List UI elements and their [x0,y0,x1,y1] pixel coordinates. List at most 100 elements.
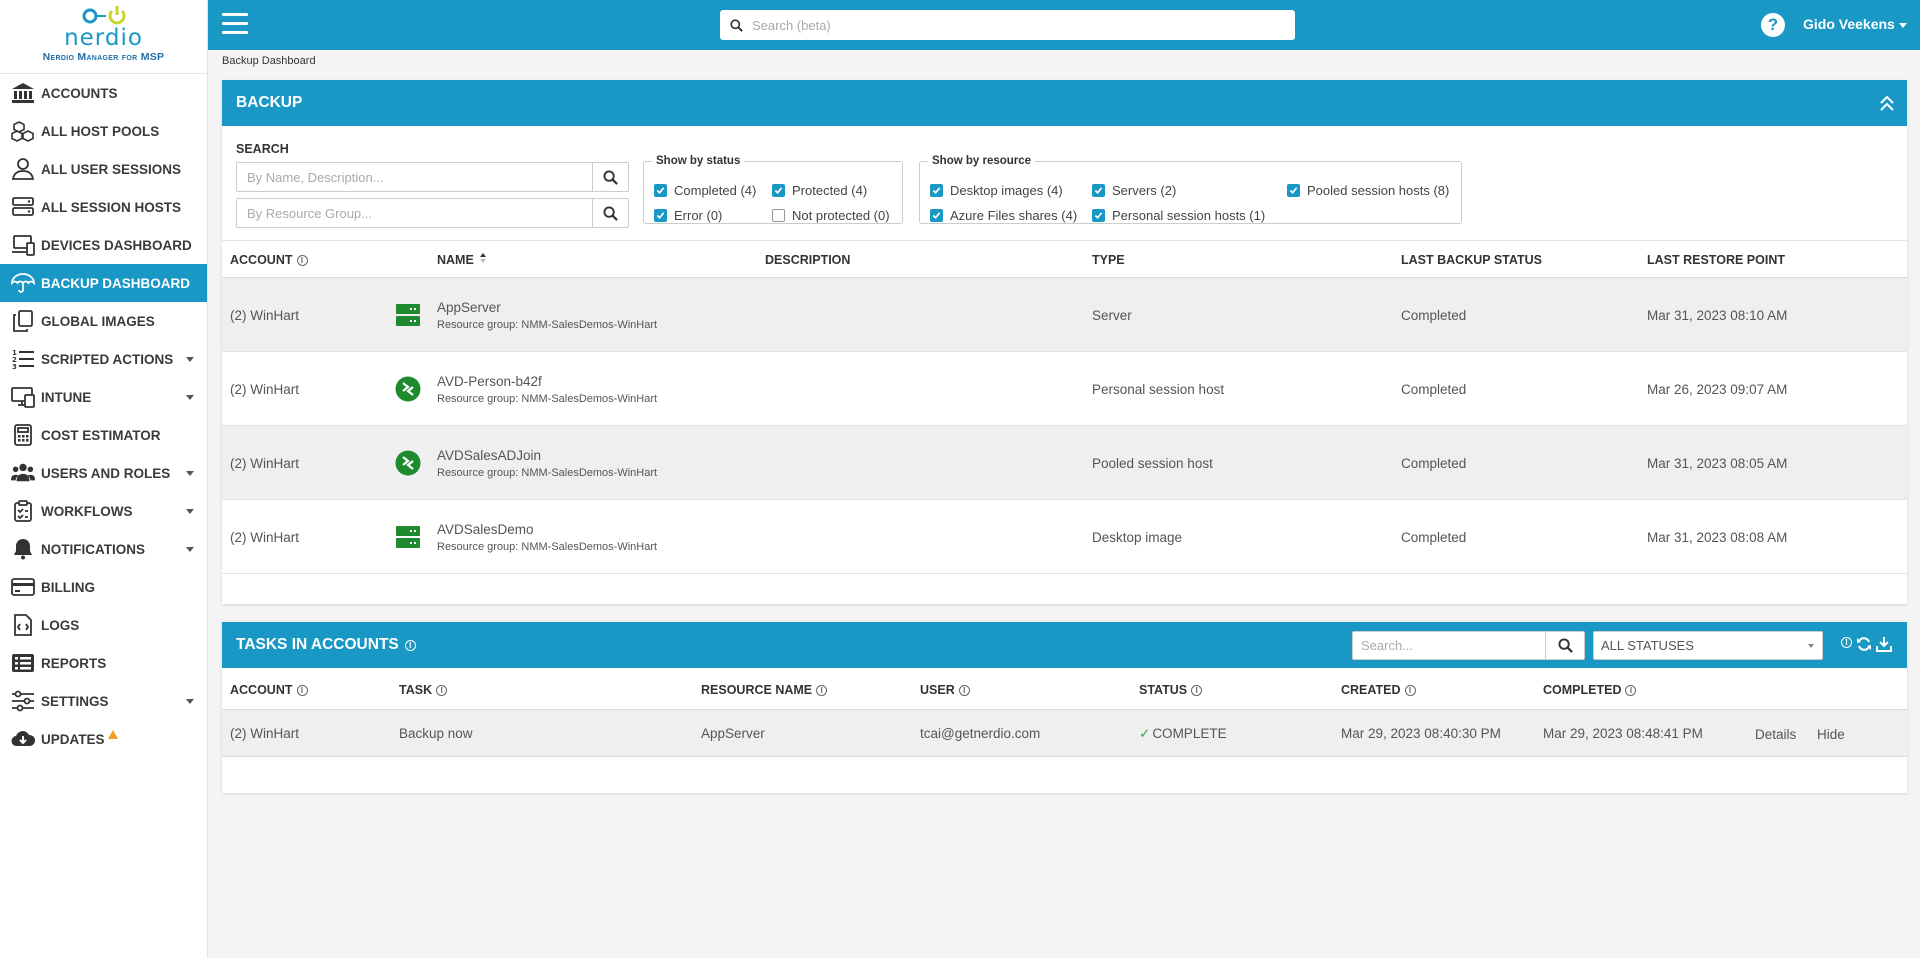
sidebar-item-all-host-pools[interactable]: All Host Pools [0,112,207,150]
table-row[interactable]: (2) WinHart AppServer Resource group: NMM-… [222,278,1907,352]
user-menu[interactable]: Gido Veekens [1803,16,1907,32]
table-row[interactable]: (2) WinHart AVDSalesDemo Resource group: N… [222,500,1907,574]
download-icon[interactable] [1876,636,1892,652]
details-link[interactable]: Details [1755,727,1796,742]
chevron-down-icon[interactable] [186,395,194,400]
chevron-down-icon[interactable] [186,547,194,552]
column-last-backup-status[interactable]: LAST BACKUP STATUS [1401,253,1542,267]
chevron-down-icon[interactable] [186,471,194,476]
row-name[interactable]: AVDSalesDemo [437,522,534,537]
resource-filter-servers[interactable]: Servers (2) [1092,183,1176,198]
sidebar-item-updates[interactable]: Updates [0,720,207,758]
resource-filter-pooled-session-hosts[interactable]: Pooled session hosts (8) [1287,183,1449,198]
checkbox-checked-icon[interactable] [1092,184,1105,197]
hamburger-menu-icon[interactable] [222,13,248,35]
resource-filter-legend: Show by resource [932,155,1032,167]
sidebar-item-accounts[interactable]: Accounts [0,74,207,112]
global-search[interactable] [720,10,1295,40]
row-name[interactable]: AVD-Person-b42f [437,374,542,389]
table-row[interactable]: (2) WinHart AVDSalesADJoin Resource group:… [222,426,1907,500]
hide-link[interactable]: Hide [1817,727,1845,742]
info-icon[interactable]: i [1841,637,1852,648]
logo[interactable]: nerdio Nerdio Manager for MSP [0,0,207,74]
top-bar: ? Gido Veekens [208,0,1920,50]
checkbox-checked-icon[interactable] [930,184,943,197]
sidebar-item-billing[interactable]: Billing [0,568,207,606]
status-select[interactable]: ALL STATUSES [1593,631,1823,660]
help-icon[interactable]: ? [1761,13,1785,37]
resource-filter-azure-files[interactable]: Azure Files shares (4) [930,208,1077,223]
status-filter-not-protected[interactable]: Not protected (0) [772,208,890,223]
search-name-input[interactable] [237,163,592,191]
status-filter-completed[interactable]: Completed (4) [654,183,756,198]
sidebar-item-reports[interactable]: Reports [0,644,207,682]
status-filter-error[interactable]: Error (0) [654,208,722,223]
table-row[interactable]: (2) WinHart Backup now AppServer tcai@ge… [222,710,1907,757]
row-restore-point: Mar 31, 2023 08:08 AM [1647,530,1788,545]
sidebar-item-notifications[interactable]: Notifications [0,530,207,568]
sidebar-item-workflows[interactable]: Workflows [0,492,207,530]
copy-icon [10,309,36,333]
row-account: (2) WinHart [230,456,300,471]
status-filter-protected[interactable]: Protected (4) [772,183,867,198]
resource-filter-personal-session-hosts[interactable]: Personal session hosts (1) [1092,208,1265,223]
row-name[interactable]: AVDSalesADJoin [437,448,541,463]
sidebar-item-backup-dashboard[interactable]: Backup Dashboard [0,264,207,302]
svg-text:3: 3 [12,363,17,370]
sidebar-item-scripted-actions[interactable]: 1 2 3 Scripted Actions [0,340,207,378]
bank-icon [10,81,36,105]
column-completed[interactable]: COMPLETED i [1543,683,1637,697]
sidebar-item-all-session-hosts[interactable]: All Session Hosts [0,188,207,226]
column-account[interactable]: ACCOUNT i [230,253,308,267]
tasks-search-button[interactable] [1545,632,1584,659]
column-description[interactable]: DESCRIPTION [765,253,850,267]
chevron-down-icon[interactable] [186,509,194,514]
column-status[interactable]: STATUS i [1139,683,1203,697]
sidebar-item-label: Logs [41,617,80,633]
sidebar-item-label: All User Sessions [41,161,182,177]
resource-filter-desktop-images[interactable]: Desktop images (4) [930,183,1063,198]
breadcrumb[interactable]: Backup Dashboard [222,55,316,67]
column-user[interactable]: USER i [920,683,970,697]
search-rg-button[interactable] [592,199,628,227]
checkbox-checked-icon[interactable] [654,184,667,197]
sidebar-item-logs[interactable]: Logs [0,606,207,644]
column-created[interactable]: CREATED i [1341,683,1416,697]
sidebar-item-all-user-sessions[interactable]: All User Sessions [0,150,207,188]
search-rg-input[interactable] [237,199,592,227]
info-icon[interactable]: i [404,639,416,651]
collapse-up-icon[interactable] [1879,94,1895,112]
sidebar-item-label: Scripted Actions [41,351,174,367]
sidebar-item-intune[interactable]: Intune [0,378,207,416]
row-resource-group: Resource group: NMM-SalesDemos-WinHart [437,541,658,553]
info-icon: i [958,685,970,696]
table-row[interactable]: (2) WinHart AVD-Person-b42f Resource group… [222,352,1907,426]
chevron-down-icon[interactable] [186,699,194,704]
sidebar-item-label: Notifications [41,541,145,557]
checkbox-checked-icon[interactable] [1287,184,1300,197]
calculator-icon [10,423,36,447]
sidebar-item-cost-estimator[interactable]: Cost Estimator [0,416,207,454]
search-name-button[interactable] [592,163,628,191]
checkbox-checked-icon[interactable] [654,209,667,222]
checkbox-checked-icon[interactable] [772,184,785,197]
checkbox-unchecked-icon[interactable] [772,209,785,222]
refresh-icon[interactable] [1856,636,1872,652]
column-resource-name[interactable]: RESOURCE NAME i [701,683,828,697]
checkbox-checked-icon[interactable] [930,209,943,222]
column-type[interactable]: TYPE [1092,253,1125,267]
column-last-restore-point[interactable]: LAST RESTORE POINT [1647,253,1785,267]
sidebar-item-devices-dashboard[interactable]: Devices Dashboard [0,226,207,264]
column-name[interactable]: NAME [437,253,486,267]
sidebar-item-global-images[interactable]: Global Images [0,302,207,340]
column-task[interactable]: TASK i [399,683,448,697]
info-icon: i [1625,685,1637,696]
chevron-down-icon[interactable] [186,357,194,362]
column-account[interactable]: ACCOUNT i [230,683,308,697]
sidebar-item-users-and-roles[interactable]: Users and Roles [0,454,207,492]
global-search-input[interactable] [752,17,1272,33]
sidebar-item-settings[interactable]: Settings [0,682,207,720]
checkbox-checked-icon[interactable] [1092,209,1105,222]
tasks-search-input[interactable] [1353,632,1545,659]
row-name[interactable]: AppServer [437,300,501,315]
